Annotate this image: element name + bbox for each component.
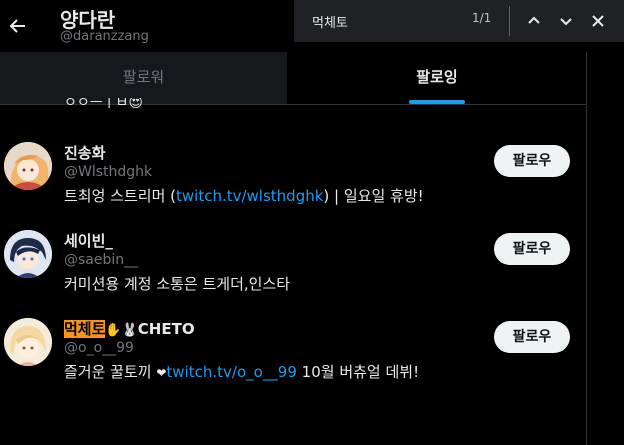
- chevron-up-icon[interactable]: [522, 9, 546, 33]
- bio-text: 10월 버츄얼 데뷔!: [296, 363, 420, 381]
- tab-following-label: 팔로잉: [416, 68, 458, 86]
- tab-bar: 팔로워 팔로잉: [0, 52, 587, 105]
- follow-button[interactable]: 팔로우: [494, 233, 570, 265]
- avatar[interactable]: [4, 318, 52, 366]
- back-arrow-icon[interactable]: [6, 12, 30, 40]
- user-row[interactable]: 진송화 @Wlsthdghk 트최엉 스트리머 (twitch.tv/wlsth…: [0, 140, 587, 210]
- heart-icon: ❤: [156, 366, 167, 380]
- close-icon[interactable]: [586, 9, 610, 33]
- avatar[interactable]: [4, 230, 52, 278]
- profile-handle: @daranzzang: [60, 29, 149, 44]
- user-bio: 커미션용 계정 소통은 트게더,인스타: [64, 275, 291, 293]
- chevron-down-icon[interactable]: [554, 9, 578, 33]
- find-divider: [509, 6, 510, 36]
- user-bio: 트최엉 스트리머 (twitch.tv/wlsthdghk) | 일요일 휴방!: [64, 185, 424, 206]
- user-row[interactable]: 먹체토✋🐰CHETO @o_o__99 즐거운 꿀토끼 ❤twitch.tv/o…: [0, 316, 587, 386]
- active-tab-indicator: [409, 100, 465, 104]
- user-row[interactable]: 세이빈_ @saebin__ 커미션용 계정 소통은 트게더,인스타 팔로우: [0, 228, 587, 298]
- user-bio: 즐거운 꿀토끼 ❤twitch.tv/o_o__99 10월 버츄얼 데뷔!: [64, 361, 419, 382]
- tab-followers[interactable]: 팔로워: [0, 52, 287, 104]
- tab-followers-label: 팔로워: [122, 68, 165, 86]
- bio-text: 즐거운 꿀토끼: [64, 363, 157, 381]
- tab-following[interactable]: 팔로잉: [287, 52, 587, 104]
- name-emoji: ✋🐰: [105, 323, 138, 338]
- bio-text: 트최엉 스트리머 (: [64, 187, 176, 205]
- find-match-count: 1/1: [472, 11, 492, 25]
- follow-button[interactable]: 팔로우: [494, 321, 570, 353]
- user-name[interactable]: 먹체토✋🐰CHETO: [64, 318, 195, 339]
- user-handle[interactable]: @Wlsthdghk: [64, 164, 152, 180]
- bio-text: ) | 일요일 휴방!: [323, 187, 424, 205]
- follow-button[interactable]: 팔로우: [494, 145, 570, 177]
- user-name[interactable]: 진송화: [64, 142, 105, 163]
- avatar[interactable]: [4, 142, 52, 190]
- user-handle[interactable]: @o_o__99: [64, 340, 134, 356]
- find-input[interactable]: [310, 10, 464, 32]
- user-name[interactable]: 세이빈_: [64, 230, 113, 251]
- find-match-highlight: 먹체토: [64, 320, 106, 338]
- bio-link[interactable]: twitch.tv/o_o__99: [166, 363, 296, 381]
- user-name-rest: CHETO: [137, 320, 195, 338]
- user-handle[interactable]: @saebin__: [64, 252, 138, 268]
- find-bar: 1/1: [294, 0, 624, 42]
- bio-link[interactable]: twitch.tv/wlsthdghk: [176, 187, 323, 205]
